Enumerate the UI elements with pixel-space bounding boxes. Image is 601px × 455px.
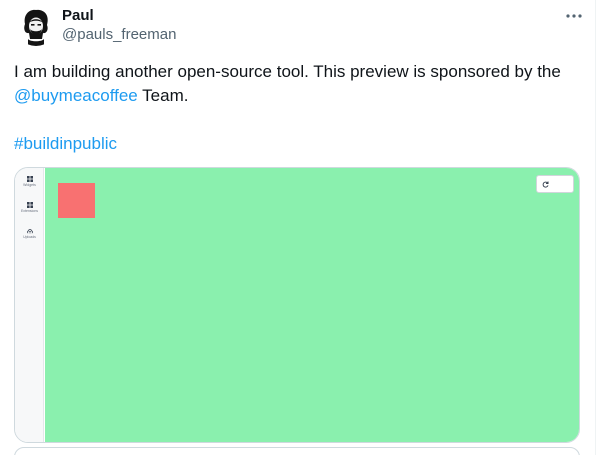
sidebar-item-extensions[interactable]: Extensions — [15, 202, 44, 214]
author-names: Paul @pauls_freeman — [62, 7, 176, 45]
mention-link[interactable]: @buymeacoffee — [14, 86, 138, 105]
hashtag-line: #buildinpublic — [14, 132, 589, 156]
tweet-header: Paul @pauls_freeman — [16, 6, 585, 50]
tweet-text: I am building another open-source tool. … — [14, 60, 589, 156]
tweet-text-end: Team. — [137, 86, 189, 105]
display-name[interactable]: Paul — [62, 7, 176, 25]
hashtag-link[interactable]: #buildinpublic — [14, 134, 117, 153]
media-preview[interactable]: Widgets Extensions Uploads — [14, 167, 580, 443]
tweet-body: I am building another open-source tool. … — [14, 60, 589, 108]
cloud-upload-icon — [26, 229, 33, 234]
sidebar-item-widgets[interactable]: Widgets — [15, 176, 44, 188]
next-card — [14, 447, 580, 455]
refresh-icon — [542, 181, 549, 188]
sidebar-item-uploads[interactable]: Uploads — [15, 228, 44, 240]
timeline-border — [595, 0, 596, 455]
sidebar-label: Extensions — [20, 209, 39, 213]
avatar-portrait-icon — [24, 9, 48, 46]
canvas-refresh-button[interactable] — [536, 175, 574, 193]
more-options-button[interactable] — [563, 6, 585, 26]
sidebar-label: Uploads — [23, 235, 36, 239]
tweet-text-start: I am building another open-source tool. … — [14, 62, 561, 81]
extensions-icon — [26, 202, 33, 208]
more-dots-icon — [566, 14, 582, 18]
avatar[interactable] — [16, 6, 56, 46]
sidebar-label: Widgets — [23, 183, 36, 187]
preview-canvas[interactable] — [45, 168, 579, 442]
user-handle[interactable]: @pauls_freeman — [62, 25, 176, 45]
widgets-icon — [26, 176, 33, 182]
canvas-widget-block[interactable] — [58, 183, 95, 218]
preview-sidebar: Widgets Extensions Uploads — [15, 168, 44, 442]
